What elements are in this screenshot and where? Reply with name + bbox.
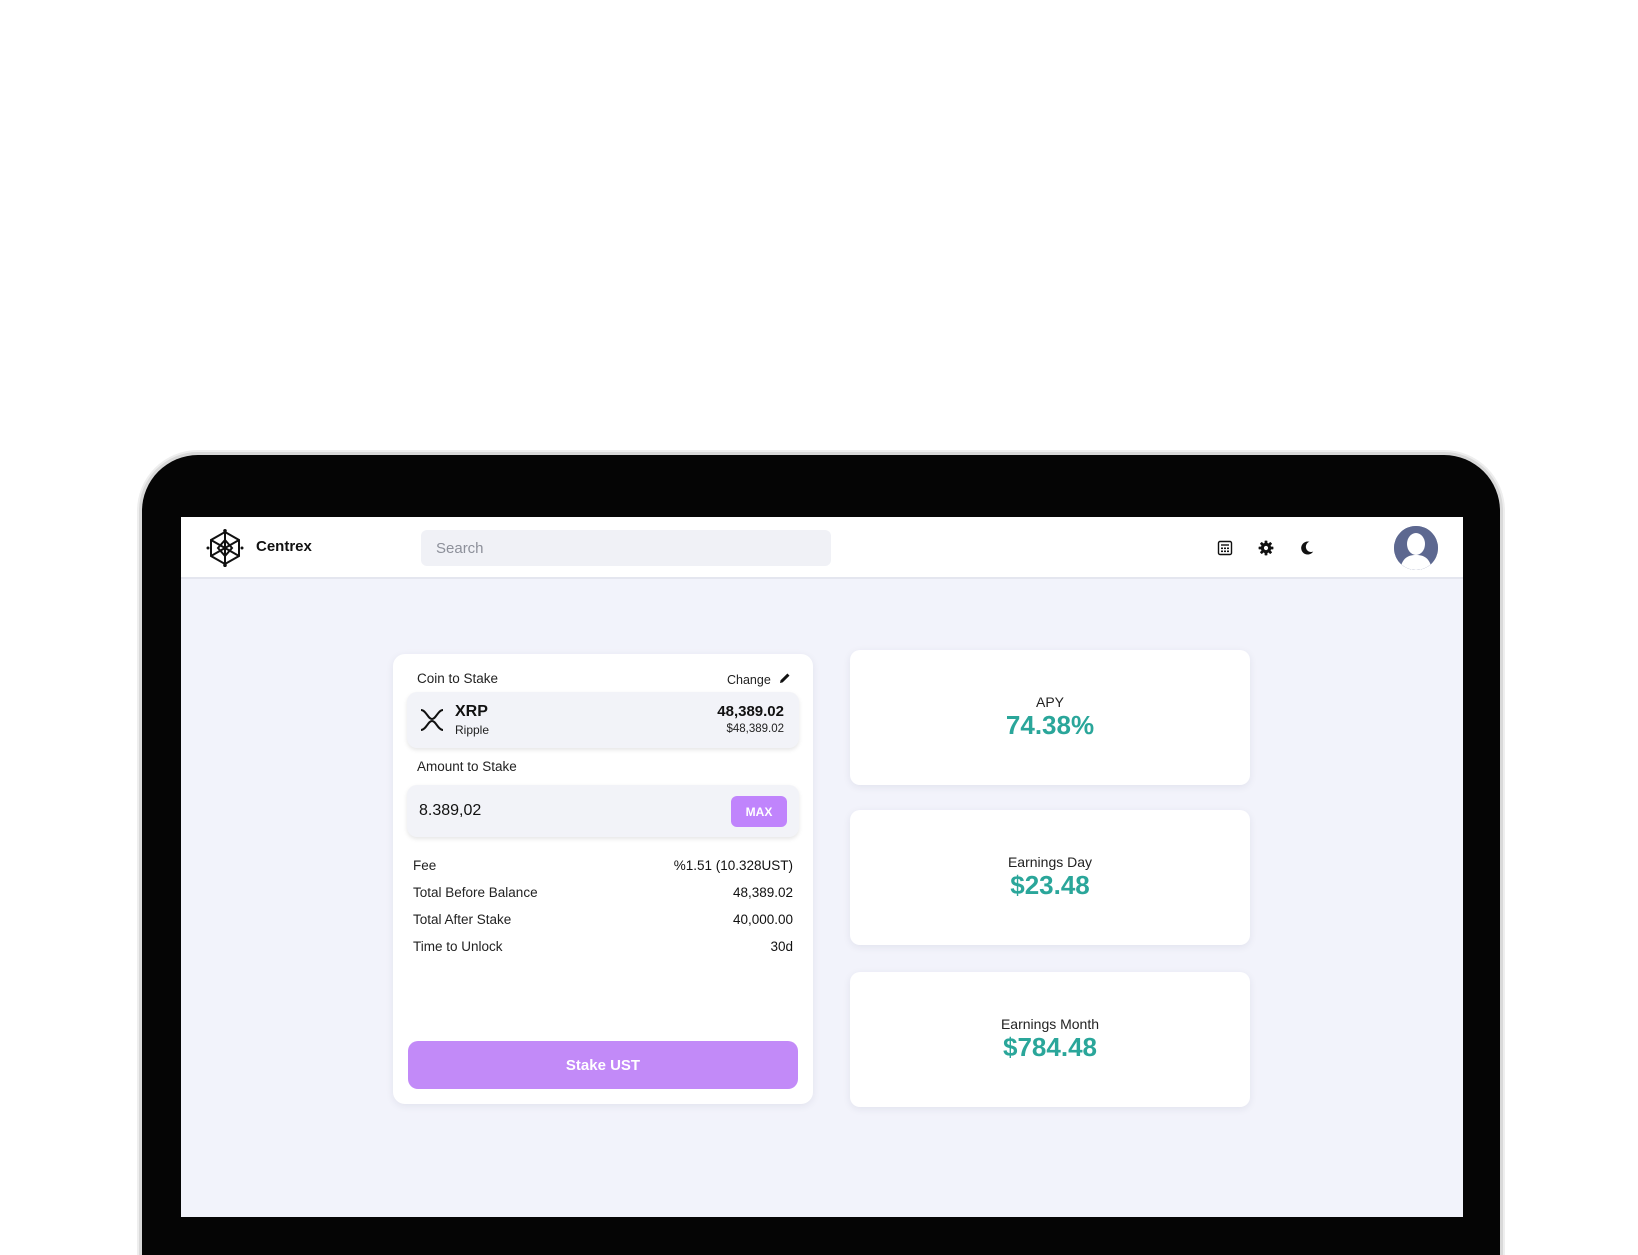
xrp-icon [419, 708, 445, 732]
earnings-day-card: Earnings Day $23.48 [850, 810, 1250, 945]
brand-name: Centrex [256, 538, 312, 555]
detail-value: 48,389.02 [732, 885, 793, 900]
detail-value: 30d [770, 939, 793, 954]
coin-symbol: XRP [455, 703, 488, 720]
calculator-icon[interactable] [1214, 537, 1236, 559]
coin-to-stake-label: Coin to Stake [417, 671, 499, 686]
earnings-month-card: Earnings Month $784.48 [850, 972, 1250, 1107]
earnings-month-label: Earnings Month [1000, 1016, 1100, 1032]
change-coin-link[interactable]: Change [727, 672, 791, 687]
user-avatar[interactable] [1394, 526, 1438, 570]
coin-balance: 48,389.02 [717, 703, 784, 720]
apy-label: APY [1035, 694, 1064, 710]
detail-row-fee: Fee %1.51 (10.328UST) [413, 858, 793, 885]
earnings-month-value: $784.48 [1003, 1032, 1097, 1062]
detail-label: Fee [413, 858, 437, 873]
amount-to-stake-label: Amount to Stake [417, 759, 517, 774]
apy-value: 74.38% [1005, 710, 1095, 740]
coin-name: Ripple [455, 723, 490, 737]
pencil-icon [779, 672, 791, 687]
top-bar: Centrex [181, 517, 1463, 579]
change-label: Change [727, 672, 771, 687]
stake-card: Coin to Stake Change XRP Ripple 48,389.0… [393, 654, 813, 1104]
earnings-day-value: $23.48 [1010, 870, 1090, 900]
detail-label: Total Before Balance [413, 885, 538, 900]
detail-row-time-to-unlock: Time to Unlock 30d [413, 939, 793, 966]
app-screen: Centrex Search Coin to Stake Change XRP … [181, 517, 1463, 1217]
detail-label: Total After Stake [413, 912, 512, 927]
earnings-day-label: Earnings Day [1007, 854, 1093, 870]
coin-usd-value: $48,389.02 [726, 723, 784, 735]
detail-value: 40,000.00 [732, 912, 793, 927]
stake-ust-button[interactable]: Stake UST [408, 1041, 798, 1089]
amount-input[interactable] [419, 797, 699, 825]
max-button[interactable]: MAX [731, 796, 787, 827]
detail-value: %1.51 (10.328UST) [673, 858, 793, 873]
detail-row-total-after-stake: Total After Stake 40,000.00 [413, 912, 793, 939]
amount-field: MAX [407, 785, 799, 837]
coin-selector[interactable]: XRP Ripple 48,389.02 $48,389.02 [407, 692, 799, 748]
search-input[interactable] [421, 530, 831, 566]
gear-icon[interactable] [1255, 537, 1277, 559]
stake-details: Fee %1.51 (10.328UST) Total Before Balan… [413, 858, 793, 966]
detail-row-total-before-balance: Total Before Balance 48,389.02 [413, 885, 793, 912]
detail-label: Time to Unlock [413, 939, 503, 954]
apy-card: APY 74.38% [850, 650, 1250, 785]
moon-icon[interactable] [1296, 537, 1318, 559]
centrex-logo-icon[interactable] [206, 529, 244, 567]
